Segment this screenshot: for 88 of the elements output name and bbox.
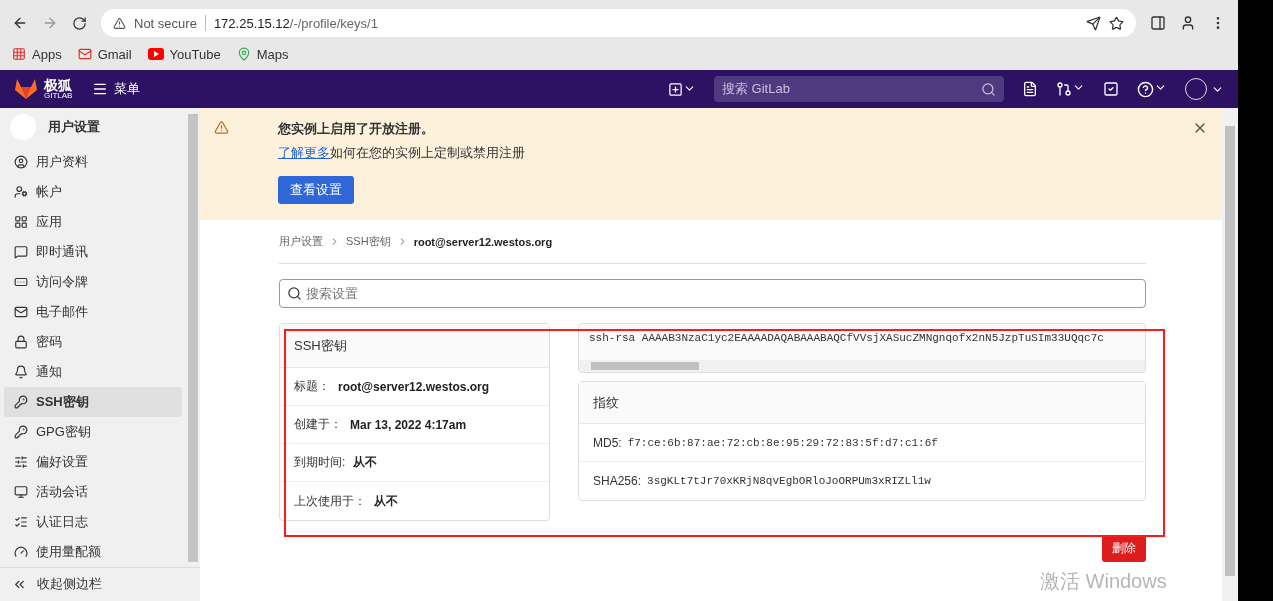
sidebar-item[interactable]: 应用 [4,206,182,237]
field-label: 上次使用于： [294,492,366,510]
card-title: 指纹 [593,393,619,412]
vertical-scrollbar[interactable] [1222,108,1238,601]
fingerprint-value: f7:ce:6b:87:ae:72:cb:8e:95:29:72:83:5f:d7:c1:6f [627,436,938,449]
bookmark-link[interactable]: YouTube [147,46,221,62]
card-title: SSH密钥 [294,336,347,355]
field-value: 从不 [353,454,378,471]
key-icon [14,394,28,409]
map-pin-icon [236,47,251,61]
send-icon[interactable] [1086,15,1101,31]
sidebar-title: 用户设置 [48,118,100,137]
mail-icon [14,304,28,319]
alert-title: 您实例上启用了开放注册。 [278,120,435,138]
list-icon [14,514,28,529]
alert-text: 了解更多如何在您的实例上定制或禁用注册 [278,144,526,162]
field-label: 标题： [294,378,330,395]
todo-icon[interactable] [1103,81,1119,97]
address-bar[interactable]: Not secure 172.25.15.12/-/profile/keys/1 [101,9,1136,37]
profile-icon[interactable] [1180,15,1196,31]
key-icon [14,424,28,439]
reload-icon[interactable] [72,15,87,31]
sidebar-item[interactable]: 认证日志 [4,506,182,537]
user-icon [14,154,28,169]
new-item-icon[interactable] [668,81,696,97]
search-field[interactable]: 搜索设置 [279,279,1146,308]
sidebar-item[interactable]: 密码 [4,326,182,357]
learn-more-link[interactable]: 了解更多 [278,145,330,160]
gauge-icon [14,544,28,559]
back-icon[interactable] [12,15,28,31]
lock-icon [14,334,28,349]
sidebar-item[interactable]: 使用量配额 [4,536,182,567]
chat-bubble-icon [14,244,28,259]
sidebar-item[interactable]: 即时通讯 [4,236,182,267]
view-settings-button[interactable]: 查看设置 [278,176,354,204]
field-value: Mar 13, 2022 4:17am [350,417,467,432]
apps-grid-icon [12,47,26,61]
play-icon [147,48,164,60]
sidebar-item[interactable]: 通知 [4,356,182,387]
delete-button[interactable]: 删除 [1102,535,1146,562]
menu-button[interactable]: 菜单 [92,80,141,98]
breadcrumb-link[interactable]: SSH密钥 [346,234,391,249]
mail-icon [77,47,92,61]
merge-request-icon[interactable] [1056,81,1085,97]
search-field[interactable]: 搜索 GitLab [714,76,1004,102]
help-icon[interactable] [1137,80,1167,98]
security-label: Not secure [134,15,197,31]
search-icon [287,286,302,301]
scrollbar-thumb[interactable] [188,114,198,562]
warning-icon [214,120,229,135]
breadcrumb-link[interactable]: root@server12.westos.org [413,235,553,248]
horizontal-scrollbar[interactable] [579,360,1145,372]
sidebar-item[interactable]: 访问令牌 [4,266,182,297]
breadcrumb-link[interactable]: 用户设置 [279,234,323,249]
monitor-icon [14,484,28,499]
public-key-text: ssh-rsa AAAAB3NzaC1yc2EAAAADAQABAAABAQCfVVsjXASucZMNgnqofx2nN5JzpTuSIm33UQqc7c [588,331,1105,344]
user-gear-icon [14,184,28,199]
grid-icon [14,214,28,229]
fingerprint-label: MD5: [593,435,622,450]
document-icon[interactable] [1022,81,1038,97]
sidebar-item[interactable]: SSH密钥 [4,386,182,417]
sidebar-item[interactable]: 偏好设置 [4,446,182,477]
logo-text: 极狐 [44,78,73,92]
activation-notice: 激活 Windows [1040,569,1167,594]
field-label: 到期时间: [294,454,346,471]
menu-icon [92,81,109,97]
fox-logo-icon[interactable] [14,78,38,100]
side-panel-icon[interactable] [1150,15,1166,31]
sidebar-item[interactable]: 电子邮件 [4,296,182,327]
bell-icon [14,364,28,379]
star-icon[interactable] [1109,15,1124,31]
sidebar-item[interactable]: 用户资料 [4,146,182,177]
fingerprint-value: 3sgKLt7tJr70xKRjN8qvEgbORloJoORPUm3xRIZLl1w [647,475,931,487]
fingerprint-label: SHA256: [593,474,642,488]
field-label: 创建于： [294,416,342,433]
sidebar-item[interactable]: GPG密钥 [4,416,182,447]
bookmark-link[interactable]: Maps [236,46,289,62]
warning-icon [113,16,126,30]
sidebar-item[interactable]: 活动会话 [4,476,182,507]
bookmark-link[interactable]: Gmail [77,46,132,62]
bookmark-link[interactable]: Apps [12,46,62,62]
search-icon [981,81,996,97]
sliders-icon [14,454,28,469]
field-value: 从不 [374,492,398,510]
sidebar-item[interactable]: 帐户 [4,176,182,207]
field-value: root@server12.westos.org [338,379,490,394]
logo-subtext: GITLAB [44,92,73,100]
url-text: 172.25.15.12/-/profile/keys/1 [213,15,378,31]
